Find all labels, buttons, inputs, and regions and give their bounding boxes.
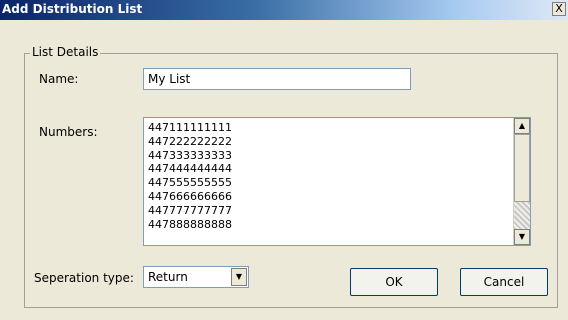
scroll-down-button[interactable]: ▼ — [514, 229, 530, 245]
number-item: 447333333333 — [148, 148, 232, 162]
numbers-textarea[interactable]: 447111111111 447222222222 447333333333 4… — [143, 117, 531, 246]
name-input[interactable]: My List — [143, 68, 411, 90]
numbers-scrollbar[interactable]: ▲ ▼ — [513, 118, 530, 245]
scroll-down-arrow-icon: ▼ — [518, 232, 526, 241]
scroll-up-button[interactable]: ▲ — [514, 118, 530, 134]
numbers-list: 447111111111 447222222222 447333333333 4… — [148, 121, 232, 231]
number-item: 447888888888 — [148, 217, 232, 231]
scrollbar-thumb[interactable] — [514, 134, 530, 202]
ok-button[interactable]: OK — [350, 268, 438, 296]
number-item: 447444444444 — [148, 162, 232, 176]
number-item: 447666666666 — [148, 189, 232, 203]
separation-type-value: Return — [148, 270, 188, 284]
scroll-up-arrow-icon: ▲ — [518, 121, 526, 130]
title-bar[interactable]: Add Distribution List X — [0, 0, 568, 20]
number-item: 447222222222 — [148, 134, 232, 148]
number-item: 447111111111 — [148, 121, 232, 134]
numbers-label: Numbers: — [39, 125, 98, 139]
dialog-title: Add Distribution List — [2, 2, 143, 16]
dropdown-button[interactable]: ▼ — [231, 268, 247, 286]
close-icon: X — [555, 2, 563, 15]
separation-type-select[interactable]: Return ▼ — [143, 266, 249, 288]
close-button[interactable]: X — [552, 2, 566, 16]
groupbox-title: List Details — [30, 45, 101, 59]
dropdown-arrow-icon: ▼ — [235, 272, 243, 281]
add-distribution-list-dialog: Add Distribution List X List Details Nam… — [0, 0, 568, 320]
separation-type-label: Seperation type: — [34, 271, 134, 285]
name-input-value: My List — [148, 72, 191, 86]
number-item: 447555555555 — [148, 176, 232, 190]
cancel-button[interactable]: Cancel — [460, 268, 548, 296]
scrollbar-track[interactable] — [514, 202, 530, 229]
number-item: 447777777777 — [148, 203, 232, 217]
name-label: Name: — [39, 72, 79, 86]
